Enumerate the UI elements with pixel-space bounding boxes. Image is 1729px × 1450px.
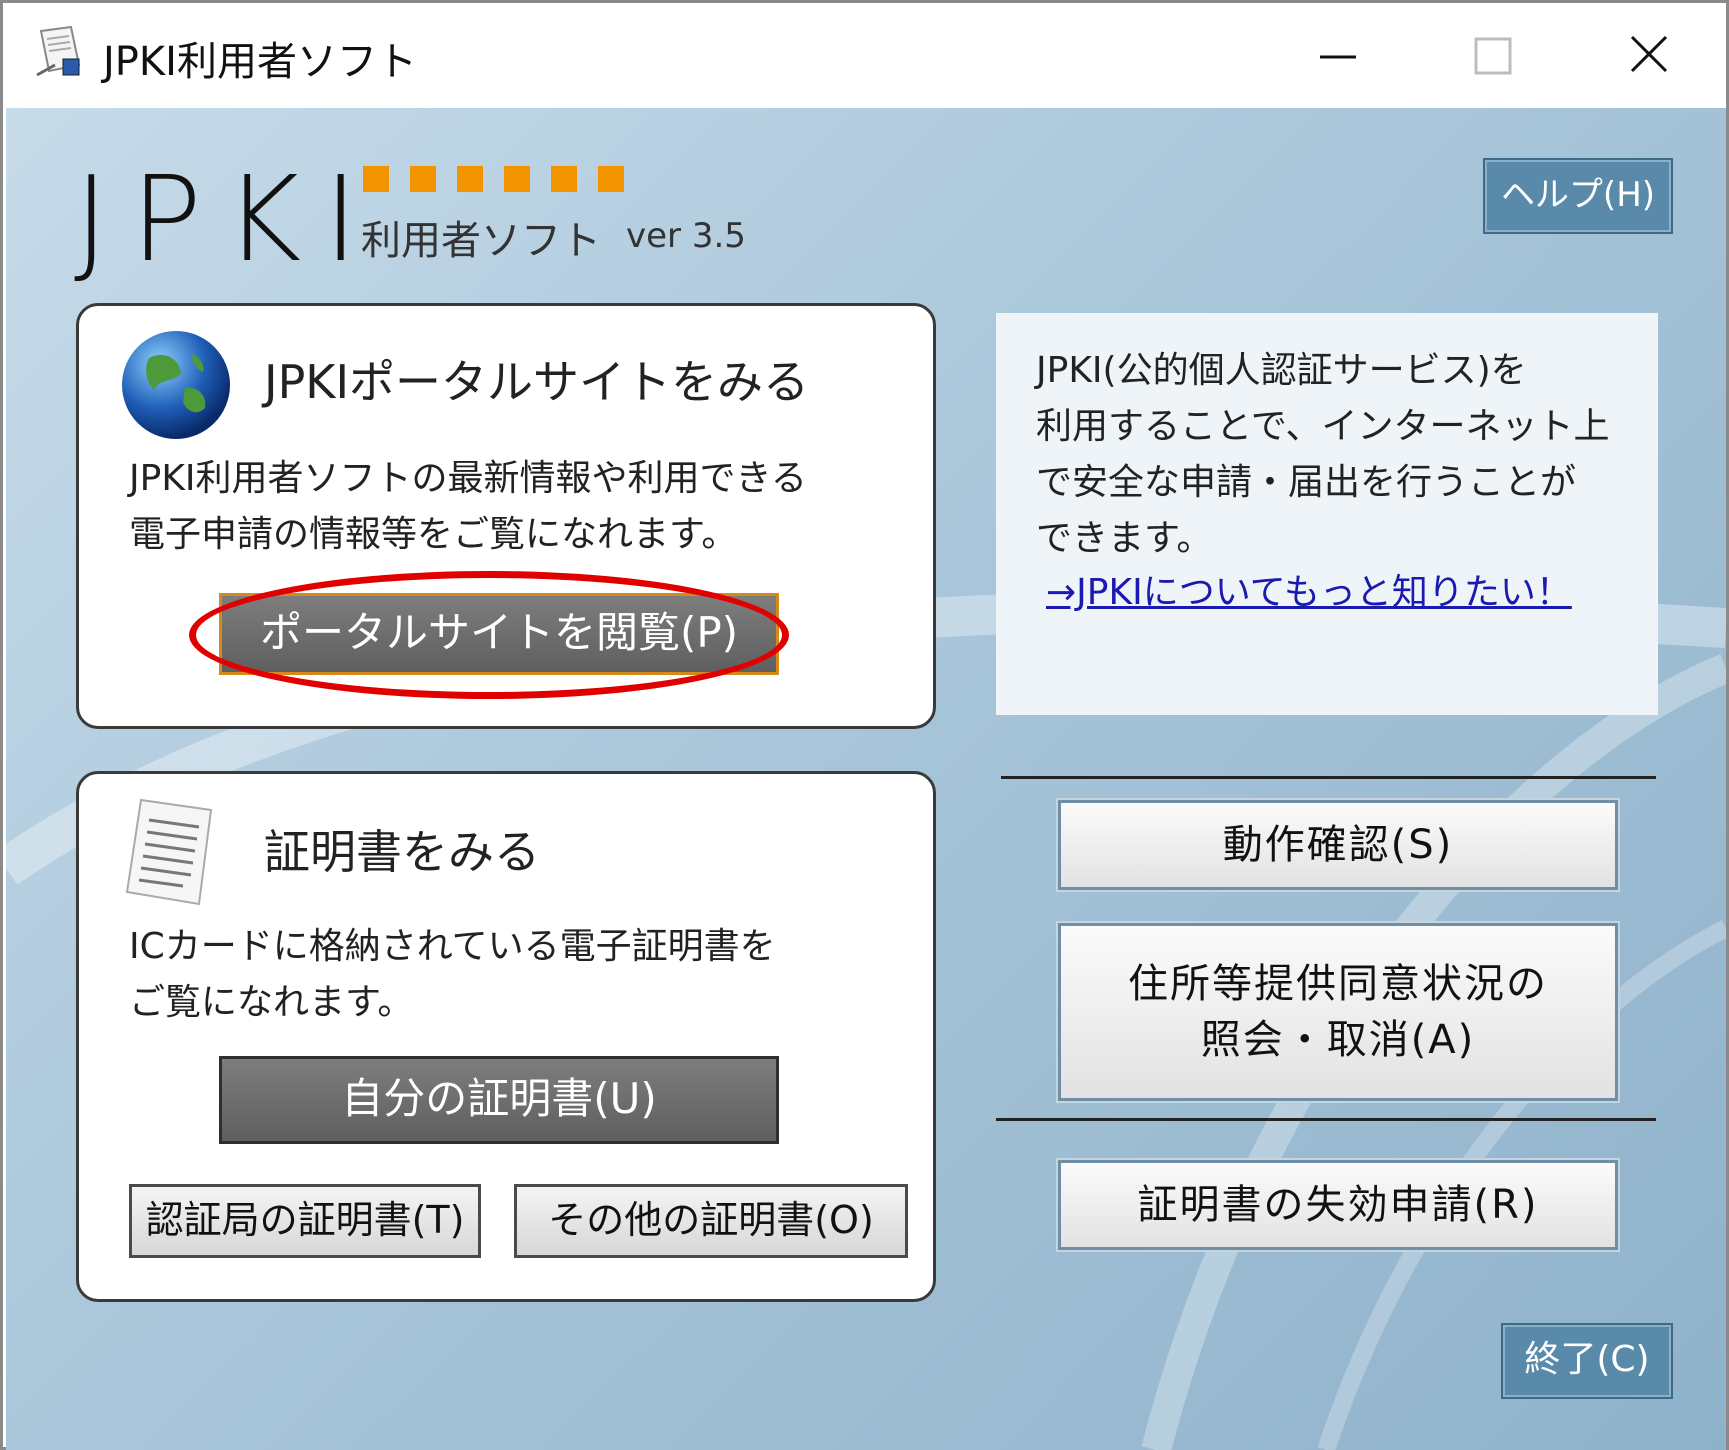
description-line: 電子申請の情報等をご覧になれます。: [129, 514, 738, 555]
divider: [1001, 776, 1656, 779]
close-icon[interactable]: [1588, 15, 1708, 95]
view-portal-button[interactable]: ポータルサイトを閲覧(P): [219, 593, 779, 675]
globe-icon: [122, 331, 230, 439]
certificate-panel: 証明書をみる ICカードに格納されている電子証明書を ご覧になれます。 自分の証…: [76, 771, 936, 1302]
logo-subtitle: 利用者ソフト: [361, 218, 601, 264]
document-icon: [125, 798, 213, 906]
help-button[interactable]: ヘルプ(H): [1483, 158, 1673, 234]
info-line: 利用することで、インターネット上: [1036, 406, 1610, 447]
window-title: JPKI利用者ソフト: [103, 39, 417, 85]
info-line: で安全な申請・届出を行うことが: [1036, 462, 1577, 503]
other-certificate-button[interactable]: その他の証明書(O): [514, 1184, 908, 1258]
my-certificate-button[interactable]: 自分の証明書(U): [219, 1056, 779, 1144]
exit-button[interactable]: 終了(C): [1501, 1323, 1673, 1399]
certificate-panel-title: 証明書をみる: [264, 825, 540, 879]
revoke-certificate-button[interactable]: 証明書の失効申請(R): [1056, 1158, 1620, 1252]
app-icon: [36, 25, 81, 77]
maximize-icon[interactable]: [1433, 15, 1553, 95]
learn-more-link[interactable]: →JPKIについてもっと知りたい！: [1046, 563, 1572, 615]
info-line: できます。: [1036, 518, 1213, 559]
logo-square: [410, 166, 436, 192]
portal-panel-description: JPKI利用者ソフトの最新情報や利用できる 電子申請の情報等をご覧になれます。: [129, 451, 889, 563]
description-line: ICカードに格納されている電子証明書を: [129, 926, 776, 967]
portal-panel: JPKIポータルサイトをみる JPKI利用者ソフトの最新情報や利用できる 電子申…: [76, 303, 936, 729]
description-line: JPKI利用者ソフトの最新情報や利用できる: [129, 458, 807, 499]
logo-jpki: JPKI: [74, 150, 381, 288]
description-line: ご覧になれます。: [129, 982, 414, 1023]
main-area: JPKI 利用者ソフト ver 3.5 ヘルプ(H) JPKIポータルサイトをみ…: [6, 108, 1726, 1450]
logo-square: [504, 166, 530, 192]
minimize-icon[interactable]: [1278, 15, 1398, 95]
logo-square: [457, 166, 483, 192]
title-bar[interactable]: JPKI利用者ソフト: [3, 3, 1726, 108]
info-text: JPKI(公的個人認証サービス)を 利用することで、インターネット上 で安全な申…: [1036, 343, 1636, 567]
logo-square: [551, 166, 577, 192]
logo-square: [598, 166, 624, 192]
logo-square: [363, 166, 389, 192]
button-label-line: 照会・取消(A): [1200, 1017, 1476, 1063]
ca-certificate-button[interactable]: 認証局の証明書(T): [129, 1184, 481, 1258]
operation-check-button[interactable]: 動作確認(S): [1056, 798, 1620, 892]
button-label-line: 住所等提供同意状況の: [1128, 961, 1548, 1007]
app-window: JPKI利用者ソフト JPKI 利用者ソフト ver 3.5 ヘルプ(H) JP…: [0, 0, 1729, 1450]
version-label: ver 3.5: [626, 216, 746, 256]
certificate-panel-description: ICカードに格納されている電子証明書を ご覧になれます。: [129, 919, 889, 1031]
info-box: JPKI(公的個人認証サービス)を 利用することで、インターネット上 で安全な申…: [996, 313, 1658, 715]
divider: [996, 1118, 1656, 1121]
address-consent-button[interactable]: 住所等提供同意状況の 照会・取消(A): [1056, 921, 1620, 1103]
portal-panel-title: JPKIポータルサイトをみる: [264, 355, 810, 409]
info-line: JPKI(公的個人認証サービス)を: [1036, 350, 1527, 391]
